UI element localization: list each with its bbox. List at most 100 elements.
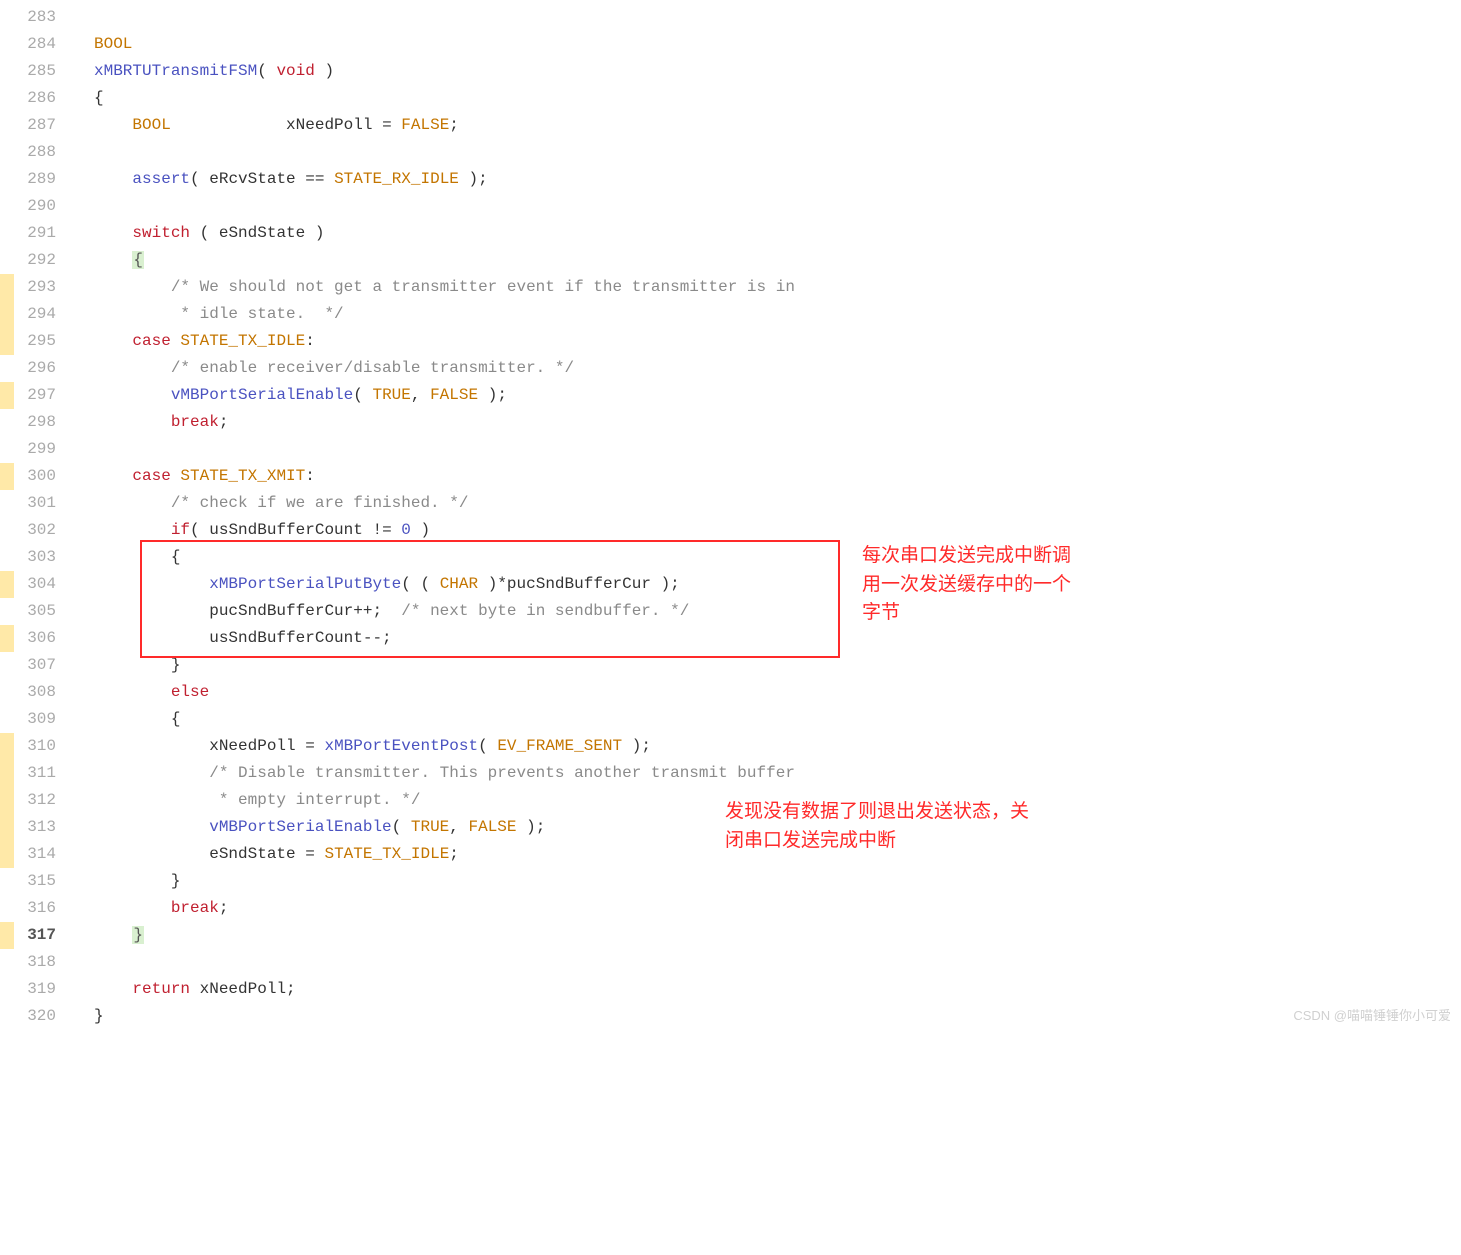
change-marker — [0, 490, 14, 517]
line-number: 299 — [14, 436, 56, 463]
line-number: 300 — [14, 463, 56, 490]
code-line[interactable] — [94, 139, 1461, 166]
change-marker-gutter — [0, 4, 14, 1030]
line-number: 291 — [14, 220, 56, 247]
line-number: 284 — [14, 31, 56, 58]
code-line[interactable] — [94, 193, 1461, 220]
code-line[interactable]: { — [94, 247, 1461, 274]
code-line[interactable]: xNeedPoll = xMBPortEventPost( EV_FRAME_S… — [94, 733, 1461, 760]
code-line[interactable]: usSndBufferCount--; — [94, 625, 1461, 652]
line-number: 320 — [14, 1003, 56, 1030]
line-number: 301 — [14, 490, 56, 517]
code-line[interactable]: xMBRTUTransmitFSM( void ) — [94, 58, 1461, 85]
code-line[interactable]: } — [94, 868, 1461, 895]
code-line[interactable]: * empty interrupt. */ — [94, 787, 1461, 814]
code-line[interactable]: xMBPortSerialPutByte( ( CHAR )*pucSndBuf… — [94, 571, 1461, 598]
change-marker — [0, 868, 14, 895]
line-number: 317 — [14, 922, 56, 949]
code-line[interactable]: BOOL xNeedPoll = FALSE; — [94, 112, 1461, 139]
line-number: 315 — [14, 868, 56, 895]
change-marker — [0, 625, 14, 652]
line-number: 304 — [14, 571, 56, 598]
change-marker — [0, 247, 14, 274]
code-line[interactable] — [94, 436, 1461, 463]
line-number-gutter: 2832842852862872882892902912922932942952… — [14, 4, 74, 1030]
line-number: 313 — [14, 814, 56, 841]
line-number: 283 — [14, 4, 56, 31]
change-marker — [0, 895, 14, 922]
code-line[interactable]: switch ( eSndState ) — [94, 220, 1461, 247]
change-marker — [0, 382, 14, 409]
code-line[interactable]: /* We should not get a transmitter event… — [94, 274, 1461, 301]
line-number: 319 — [14, 976, 56, 1003]
change-marker — [0, 328, 14, 355]
line-number: 298 — [14, 409, 56, 436]
change-marker — [0, 679, 14, 706]
code-line[interactable] — [94, 4, 1461, 31]
line-number: 290 — [14, 193, 56, 220]
line-number: 310 — [14, 733, 56, 760]
change-marker — [0, 841, 14, 868]
change-marker — [0, 652, 14, 679]
line-number: 294 — [14, 301, 56, 328]
code-line[interactable]: /* Disable transmitter. This prevents an… — [94, 760, 1461, 787]
line-number: 306 — [14, 625, 56, 652]
line-number: 287 — [14, 112, 56, 139]
code-line[interactable]: break; — [94, 409, 1461, 436]
change-marker — [0, 733, 14, 760]
change-marker — [0, 31, 14, 58]
code-line[interactable]: pucSndBufferCur++; /* next byte in sendb… — [94, 598, 1461, 625]
code-line[interactable]: vMBPortSerialEnable( TRUE, FALSE ); — [94, 814, 1461, 841]
code-line[interactable]: } — [94, 922, 1461, 949]
change-marker — [0, 274, 14, 301]
code-editor: 2832842852862872882892902912922932942952… — [0, 0, 1461, 1030]
change-marker — [0, 976, 14, 1003]
line-number: 292 — [14, 247, 56, 274]
change-marker — [0, 760, 14, 787]
code-line[interactable]: assert( eRcvState == STATE_RX_IDLE ); — [94, 166, 1461, 193]
line-number: 308 — [14, 679, 56, 706]
change-marker — [0, 220, 14, 247]
code-line[interactable]: if( usSndBufferCount != 0 ) — [94, 517, 1461, 544]
code-line[interactable]: /* enable receiver/disable transmitter. … — [94, 355, 1461, 382]
change-marker — [0, 4, 14, 31]
code-line[interactable]: vMBPortSerialEnable( TRUE, FALSE ); — [94, 382, 1461, 409]
change-marker — [0, 571, 14, 598]
change-marker — [0, 922, 14, 949]
line-number: 311 — [14, 760, 56, 787]
line-number: 296 — [14, 355, 56, 382]
change-marker — [0, 85, 14, 112]
line-number: 303 — [14, 544, 56, 571]
code-line[interactable]: case STATE_TX_XMIT: — [94, 463, 1461, 490]
code-line[interactable]: { — [94, 85, 1461, 112]
change-marker — [0, 436, 14, 463]
line-number: 305 — [14, 598, 56, 625]
code-line[interactable]: { — [94, 544, 1461, 571]
code-line[interactable]: * idle state. */ — [94, 301, 1461, 328]
code-area[interactable]: BOOLxMBRTUTransmitFSM( void ){ BOOL xNee… — [74, 4, 1461, 1030]
code-line[interactable] — [94, 949, 1461, 976]
change-marker — [0, 787, 14, 814]
change-marker — [0, 814, 14, 841]
change-marker — [0, 58, 14, 85]
code-line[interactable]: break; — [94, 895, 1461, 922]
line-number: 286 — [14, 85, 56, 112]
change-marker — [0, 193, 14, 220]
change-marker — [0, 166, 14, 193]
line-number: 316 — [14, 895, 56, 922]
code-line[interactable]: } — [94, 652, 1461, 679]
change-marker — [0, 598, 14, 625]
change-marker — [0, 517, 14, 544]
code-line[interactable]: } — [94, 1003, 1461, 1030]
code-line[interactable]: eSndState = STATE_TX_IDLE; — [94, 841, 1461, 868]
line-number: 312 — [14, 787, 56, 814]
line-number: 293 — [14, 274, 56, 301]
line-number: 288 — [14, 139, 56, 166]
code-line[interactable]: return xNeedPoll; — [94, 976, 1461, 1003]
code-line[interactable]: /* check if we are finished. */ — [94, 490, 1461, 517]
code-line[interactable]: case STATE_TX_IDLE: — [94, 328, 1461, 355]
code-line[interactable]: else — [94, 679, 1461, 706]
line-number: 307 — [14, 652, 56, 679]
code-line[interactable]: { — [94, 706, 1461, 733]
code-line[interactable]: BOOL — [94, 31, 1461, 58]
